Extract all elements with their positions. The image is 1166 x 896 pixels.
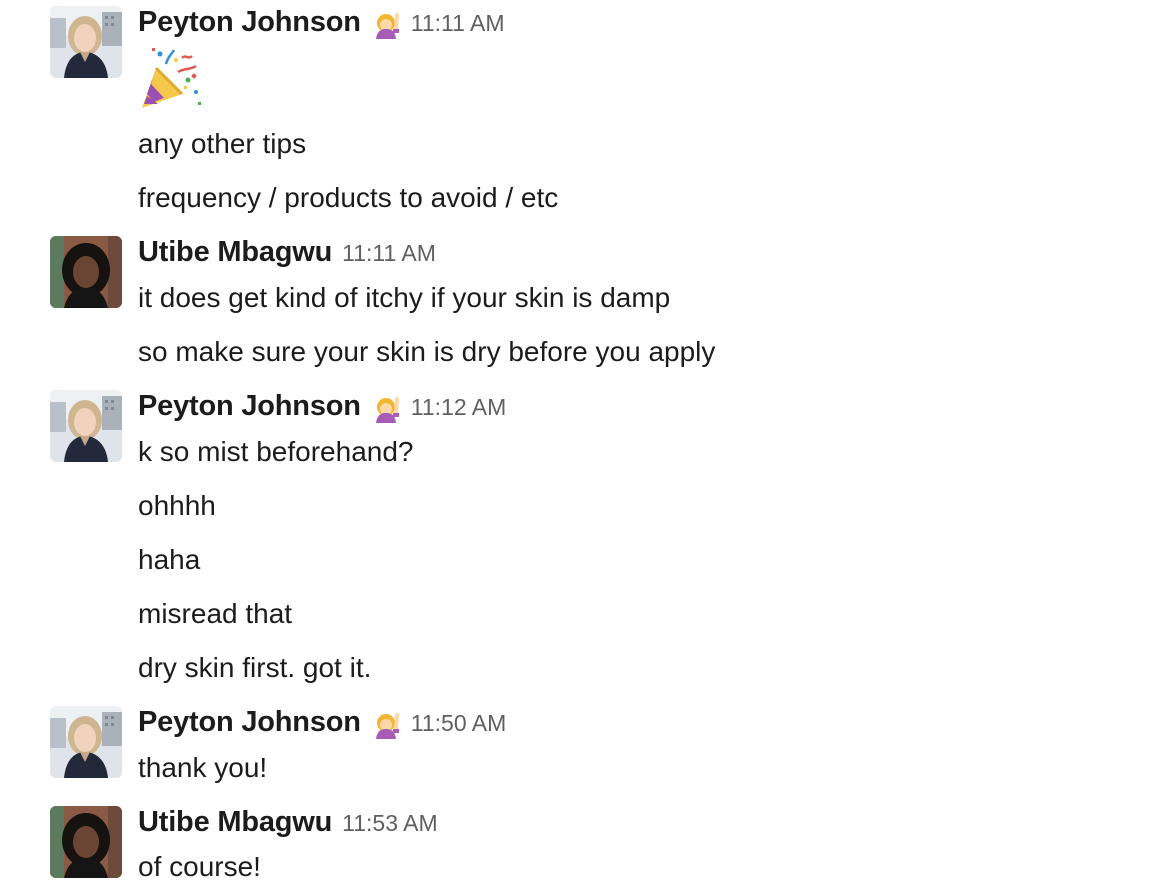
message-header: Peyton Johnson 11:50 AM: [138, 706, 506, 742]
message-text: dry skin first. got it.: [138, 652, 372, 683]
author-name[interactable]: Peyton Johnson: [138, 706, 361, 739]
author-name[interactable]: Utibe Mbagwu: [138, 236, 332, 269]
message-text: frequency / products to avoid / etc: [138, 182, 559, 213]
raising-hand-icon[interactable]: [371, 709, 401, 739]
message-text: misread that: [138, 598, 293, 629]
message-text: ohhhh: [138, 490, 216, 521]
avatar[interactable]: [50, 806, 122, 878]
party-popper-icon: [138, 46, 202, 110]
message-text: it does get kind of itchy if your skin i…: [138, 282, 671, 313]
author-name[interactable]: Peyton Johnson: [138, 6, 361, 39]
raising-hand-icon[interactable]: [371, 393, 401, 423]
message-text: any other tips: [138, 128, 307, 159]
avatar[interactable]: [50, 390, 122, 462]
avatar-image: [50, 390, 122, 462]
timestamp[interactable]: 11:11 AM: [342, 240, 436, 267]
message-header: Utibe Mbagwu 11:53 AM: [138, 806, 438, 842]
message-text: k so mist beforehand?: [138, 436, 414, 467]
avatar[interactable]: [50, 706, 122, 778]
avatar[interactable]: [50, 236, 122, 308]
avatar-image: [50, 706, 122, 778]
timestamp[interactable]: 11:50 AM: [411, 710, 506, 737]
message-header: Peyton Johnson 11:11 AM: [138, 6, 505, 42]
avatar-image: [50, 806, 122, 878]
avatar-image: [50, 236, 122, 308]
avatar[interactable]: [50, 6, 122, 78]
timestamp[interactable]: 11:11 AM: [411, 10, 505, 37]
author-name[interactable]: Peyton Johnson: [138, 390, 361, 423]
avatar-image: [50, 6, 122, 78]
timestamp[interactable]: 11:12 AM: [411, 394, 506, 421]
author-name[interactable]: Utibe Mbagwu: [138, 806, 332, 839]
message-header: Utibe Mbagwu 11:11 AM: [138, 236, 436, 272]
raising-hand-icon[interactable]: [371, 9, 401, 39]
message-text: thank you!: [138, 752, 268, 783]
message-header: Peyton Johnson 11:12 AM: [138, 390, 506, 426]
message-text: haha: [138, 544, 201, 575]
message-text: so make sure your skin is dry before you…: [138, 336, 716, 367]
timestamp[interactable]: 11:53 AM: [342, 810, 437, 837]
message-text: of course!: [138, 851, 261, 882]
